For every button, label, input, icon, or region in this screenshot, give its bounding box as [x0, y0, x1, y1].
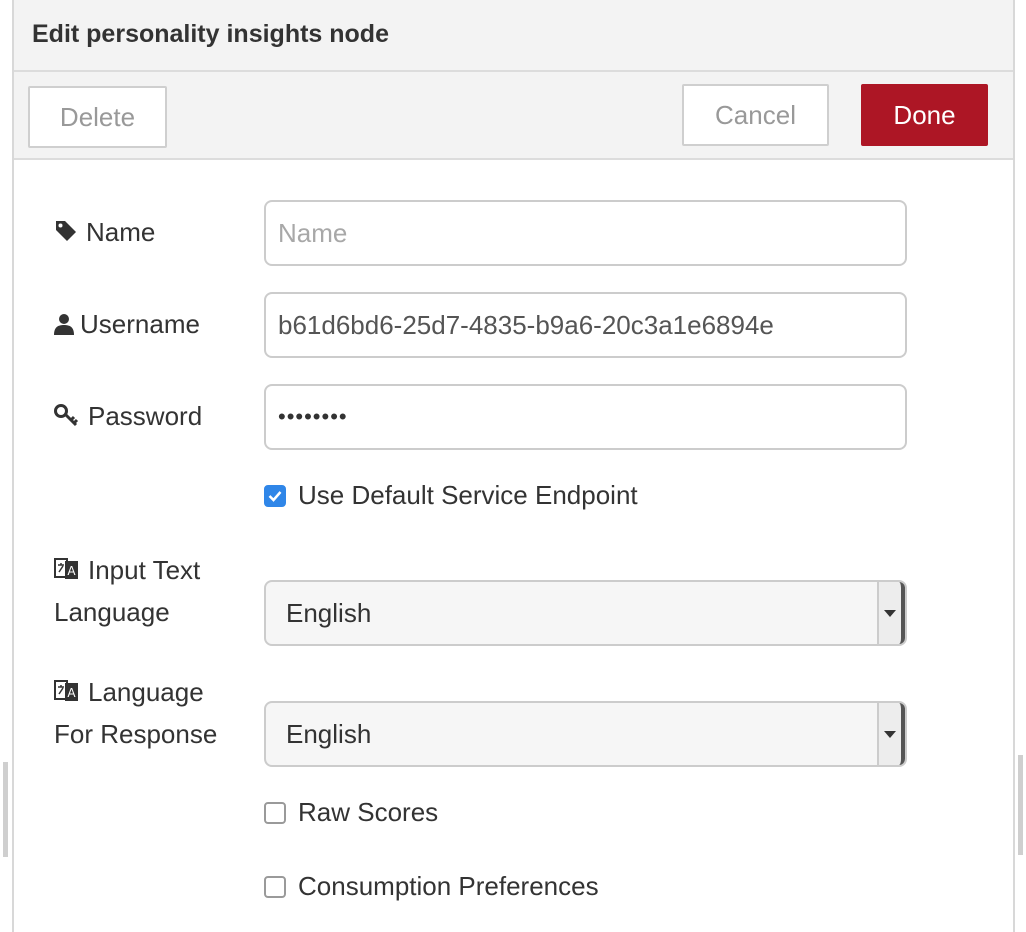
- key-icon: [54, 398, 80, 438]
- response-language-label-line1: Language: [88, 677, 204, 707]
- chevron-down-icon[interactable]: [877, 703, 905, 765]
- tray-toolbar: Delete Cancel Done: [14, 72, 1013, 160]
- consumption-preferences-checkbox[interactable]: [264, 875, 286, 898]
- response-language-label-line2: For Response: [54, 719, 218, 750]
- name-label-text: Name: [86, 217, 156, 247]
- response-language-label: A Language For Response: [54, 672, 217, 754]
- tray-title: Edit personality insights node: [32, 20, 389, 48]
- done-button[interactable]: Done: [861, 84, 988, 146]
- edit-tray: Edit personality insights node Delete Ca…: [12, 0, 1015, 932]
- left-scrollbar[interactable]: [3, 762, 8, 857]
- raw-scores-checkbox[interactable]: [264, 801, 286, 824]
- input-language-label-line1: Input Text: [88, 555, 201, 585]
- user-icon: [54, 306, 74, 346]
- password-label: Password: [54, 396, 202, 438]
- password-label-text: Password: [88, 401, 203, 431]
- delete-button[interactable]: Delete: [28, 86, 167, 148]
- language-icon: A: [54, 674, 80, 714]
- username-label: Username: [54, 304, 200, 346]
- username-input[interactable]: [264, 292, 907, 358]
- language-icon: A: [54, 552, 80, 592]
- check-icon: [268, 490, 282, 502]
- default-endpoint-label: Use Default Service Endpoint: [298, 480, 638, 510]
- name-input[interactable]: [264, 200, 907, 266]
- input-language-label-line2: Language: [54, 597, 170, 628]
- input-language-select[interactable]: English: [264, 580, 907, 646]
- consumption-preferences-label: Consumption Preferences: [298, 871, 599, 901]
- response-language-select[interactable]: English: [264, 701, 907, 767]
- password-input[interactable]: ••••••••: [264, 384, 907, 450]
- consumption-preferences-row: Consumption Preferences: [264, 871, 599, 902]
- default-endpoint-checkbox[interactable]: [264, 484, 286, 507]
- input-language-value: English: [286, 597, 372, 628]
- default-endpoint-row: Use Default Service Endpoint: [264, 480, 638, 511]
- right-scrollbar[interactable]: [1018, 755, 1023, 855]
- raw-scores-label: Raw Scores: [298, 797, 439, 827]
- input-language-label: A Input Text Language: [54, 550, 200, 632]
- cancel-button[interactable]: Cancel: [682, 84, 829, 146]
- chevron-down-icon[interactable]: [877, 582, 905, 644]
- name-label: Name: [54, 212, 155, 254]
- raw-scores-row: Raw Scores: [264, 797, 438, 828]
- svg-text:A: A: [67, 686, 76, 700]
- username-label-text: Username: [80, 309, 200, 339]
- tag-icon: [54, 214, 78, 254]
- response-language-value: English: [286, 718, 372, 749]
- tray-header: Edit personality insights node: [14, 0, 1013, 72]
- svg-text:A: A: [67, 564, 76, 578]
